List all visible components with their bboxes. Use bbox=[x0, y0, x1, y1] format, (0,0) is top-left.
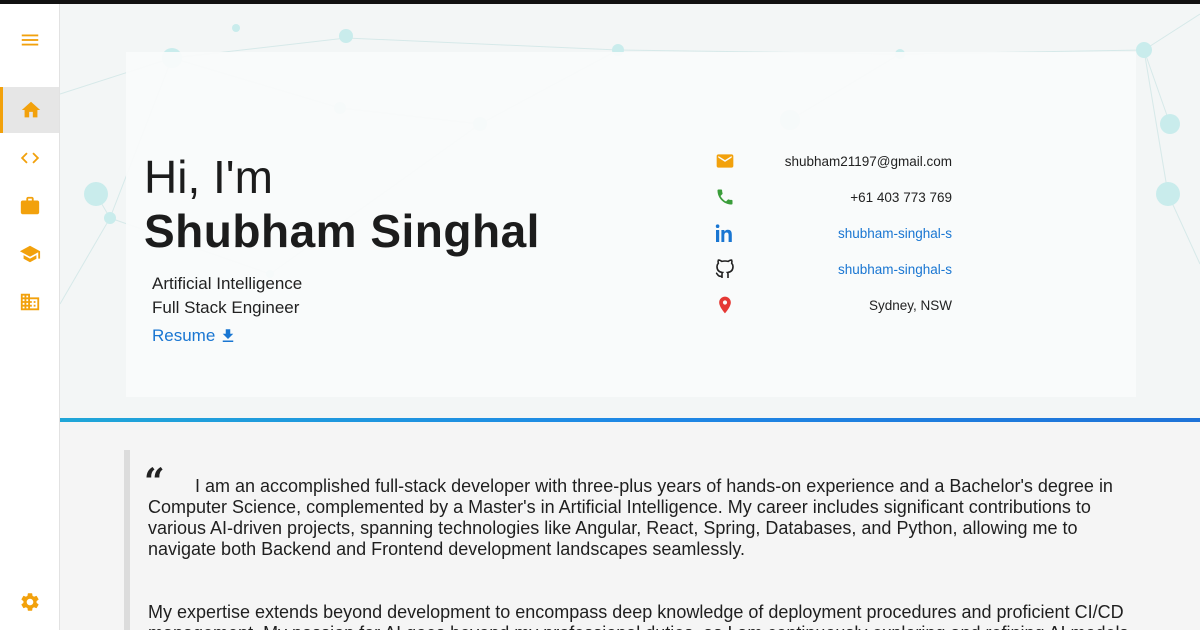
role-line-2: Full Stack Engineer bbox=[152, 298, 300, 317]
about-paragraph-2: My expertise extends beyond development … bbox=[148, 602, 1134, 630]
resume-download-link[interactable]: Resume bbox=[152, 326, 237, 346]
building-icon bbox=[20, 293, 39, 311]
home-icon bbox=[21, 101, 41, 118]
contact-phone[interactable]: +61 403 773 769 bbox=[738, 190, 952, 205]
role-line-1: Artificial Intelligence bbox=[152, 274, 303, 293]
email-icon bbox=[716, 154, 734, 168]
contact-location-row: Sydney, NSW bbox=[712, 290, 952, 320]
contact-github-link[interactable]: shubham-singhal-s bbox=[738, 262, 952, 277]
contact-email[interactable]: shubham21197@gmail.com bbox=[738, 154, 952, 169]
download-icon bbox=[223, 329, 234, 342]
about-section: “ I am an accomplished full-stack develo… bbox=[60, 422, 1200, 630]
contact-linkedin-row: shubham-singhal-s bbox=[712, 218, 952, 248]
github-icon bbox=[715, 259, 734, 278]
location-pin-icon bbox=[719, 296, 731, 314]
settings-button[interactable] bbox=[0, 582, 59, 622]
sidebar-item-experience[interactable] bbox=[0, 186, 59, 226]
about-quote: “ I am an accomplished full-stack develo… bbox=[124, 450, 1134, 630]
briefcase-icon bbox=[20, 196, 39, 215]
gear-icon bbox=[20, 593, 39, 611]
linkedin-icon bbox=[715, 224, 732, 242]
sidebar-item-home[interactable] bbox=[0, 87, 59, 133]
sidebar-item-organization[interactable] bbox=[0, 282, 59, 322]
resume-label: Resume bbox=[152, 326, 216, 345]
contact-email-row: shubham21197@gmail.com bbox=[712, 146, 952, 176]
code-icon bbox=[20, 152, 39, 164]
sidebar-item-code[interactable] bbox=[0, 138, 59, 178]
hamburger-menu-icon bbox=[21, 34, 38, 46]
about-paragraph-1: I am an accomplished full-stack develope… bbox=[148, 476, 1113, 559]
greeting-text: Hi, I'm bbox=[144, 151, 273, 203]
contact-linkedin-link[interactable]: shubham-singhal-s bbox=[738, 226, 952, 241]
menu-button[interactable] bbox=[0, 20, 59, 60]
sidebar-item-education[interactable] bbox=[0, 234, 59, 274]
contact-phone-row: +61 403 773 769 bbox=[712, 182, 952, 212]
name-heading: Shubham Singhal bbox=[144, 205, 540, 257]
contact-github-row: shubham-singhal-s bbox=[712, 254, 952, 284]
contact-location: Sydney, NSW bbox=[868, 297, 952, 313]
phone-icon bbox=[717, 189, 733, 205]
graduation-cap-icon bbox=[19, 245, 40, 263]
sidebar bbox=[0, 4, 60, 630]
